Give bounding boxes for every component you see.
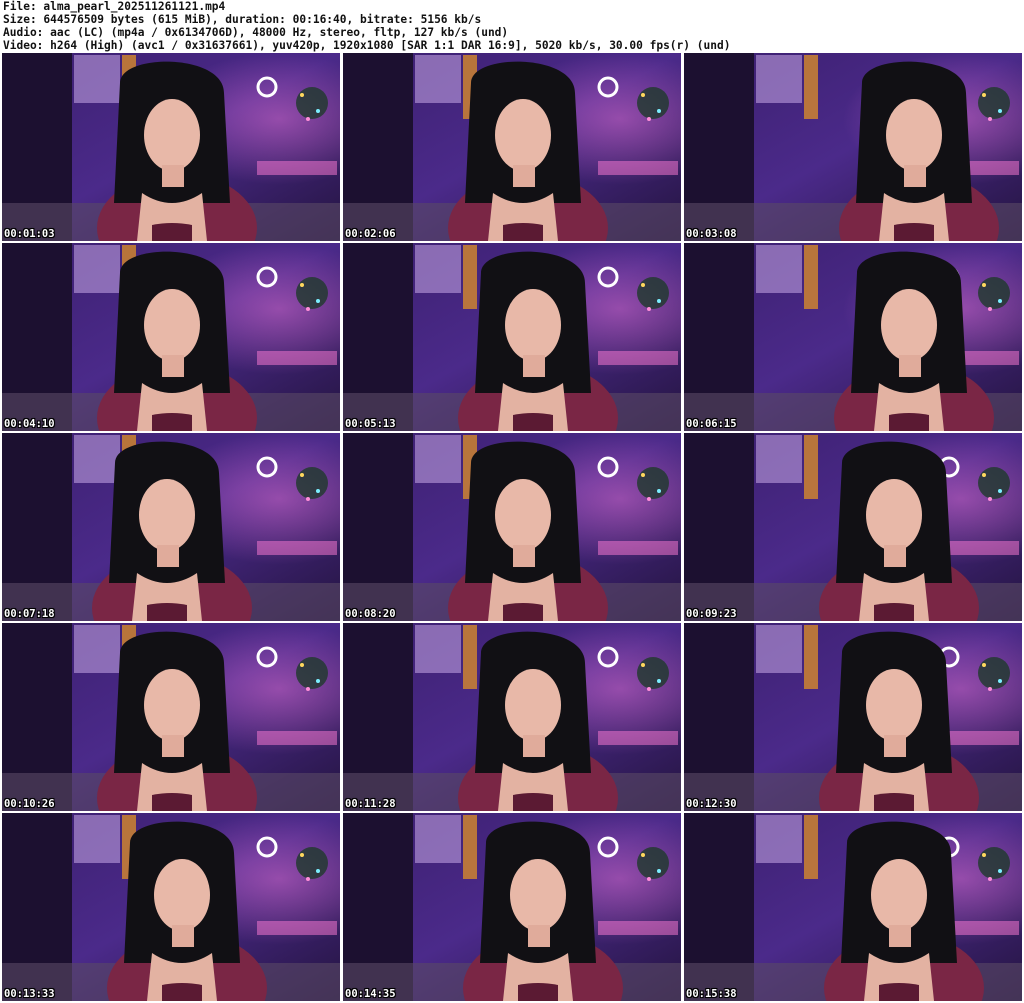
- timestamp-label: 00:09:23: [686, 608, 737, 620]
- timestamp-label: 00:02:06: [345, 228, 396, 240]
- thumbnail-frame[interactable]: 00:15:38: [684, 813, 1022, 1001]
- frame-scene: [343, 433, 681, 621]
- thumbnail-grid: 00:01:03 00:02:06 00:03:08 00:04:10 00:0…: [2, 53, 1022, 1001]
- thumbnail-frame[interactable]: 00:06:15: [684, 243, 1022, 431]
- timestamp-label: 00:11:28: [345, 798, 396, 810]
- thumbnail-frame[interactable]: 00:10:26: [2, 623, 340, 811]
- frame-scene: [684, 813, 1022, 1001]
- thumbnail-frame[interactable]: 00:11:28: [343, 623, 681, 811]
- frame-scene: [2, 243, 340, 431]
- thumbnail-frame[interactable]: 00:08:20: [343, 433, 681, 621]
- thumbnail-frame[interactable]: 00:14:35: [343, 813, 681, 1001]
- timestamp-label: 00:04:10: [4, 418, 55, 430]
- timestamp-label: 00:06:15: [686, 418, 737, 430]
- timestamp-label: 00:08:20: [345, 608, 396, 620]
- frame-scene: [343, 53, 681, 241]
- timestamp-label: 00:13:33: [4, 988, 55, 1000]
- frame-scene: [343, 813, 681, 1001]
- timestamp-label: 00:15:38: [686, 988, 737, 1000]
- frame-scene: [2, 623, 340, 811]
- file-info-header: File: alma_pearl_202511261121.mp4 Size: …: [3, 0, 1021, 52]
- thumbnail-frame[interactable]: 00:13:33: [2, 813, 340, 1001]
- thumbnail-frame[interactable]: 00:07:18: [2, 433, 340, 621]
- frame-scene: [684, 53, 1022, 241]
- thumbnail-frame[interactable]: 00:05:13: [343, 243, 681, 431]
- timestamp-label: 00:12:30: [686, 798, 737, 810]
- frame-scene: [2, 433, 340, 621]
- thumbnail-frame[interactable]: 00:03:08: [684, 53, 1022, 241]
- timestamp-label: 00:10:26: [4, 798, 55, 810]
- frame-scene: [684, 243, 1022, 431]
- thumbnail-frame[interactable]: 00:04:10: [2, 243, 340, 431]
- thumbnail-frame[interactable]: 00:02:06: [343, 53, 681, 241]
- file-size-line: Size: 644576509 bytes (615 MiB), duratio…: [3, 13, 482, 26]
- frame-scene: [2, 53, 340, 241]
- frame-scene: [343, 623, 681, 811]
- timestamp-label: 00:14:35: [345, 988, 396, 1000]
- thumbnail-frame[interactable]: 00:09:23: [684, 433, 1022, 621]
- file-name-line: File: alma_pearl_202511261121.mp4: [3, 0, 226, 13]
- frame-scene: [2, 813, 340, 1001]
- frame-scene: [343, 243, 681, 431]
- timestamp-label: 00:07:18: [4, 608, 55, 620]
- frame-scene: [684, 433, 1022, 621]
- thumbnail-frame[interactable]: 00:12:30: [684, 623, 1022, 811]
- thumbnail-frame[interactable]: 00:01:03: [2, 53, 340, 241]
- video-info-line: Video: h264 (High) (avc1 / 0x31637661), …: [3, 39, 731, 52]
- frame-scene: [684, 623, 1022, 811]
- audio-info-line: Audio: aac (LC) (mp4a / 0x6134706D), 480…: [3, 26, 509, 39]
- timestamp-label: 00:03:08: [686, 228, 737, 240]
- timestamp-label: 00:01:03: [4, 228, 55, 240]
- timestamp-label: 00:05:13: [345, 418, 396, 430]
